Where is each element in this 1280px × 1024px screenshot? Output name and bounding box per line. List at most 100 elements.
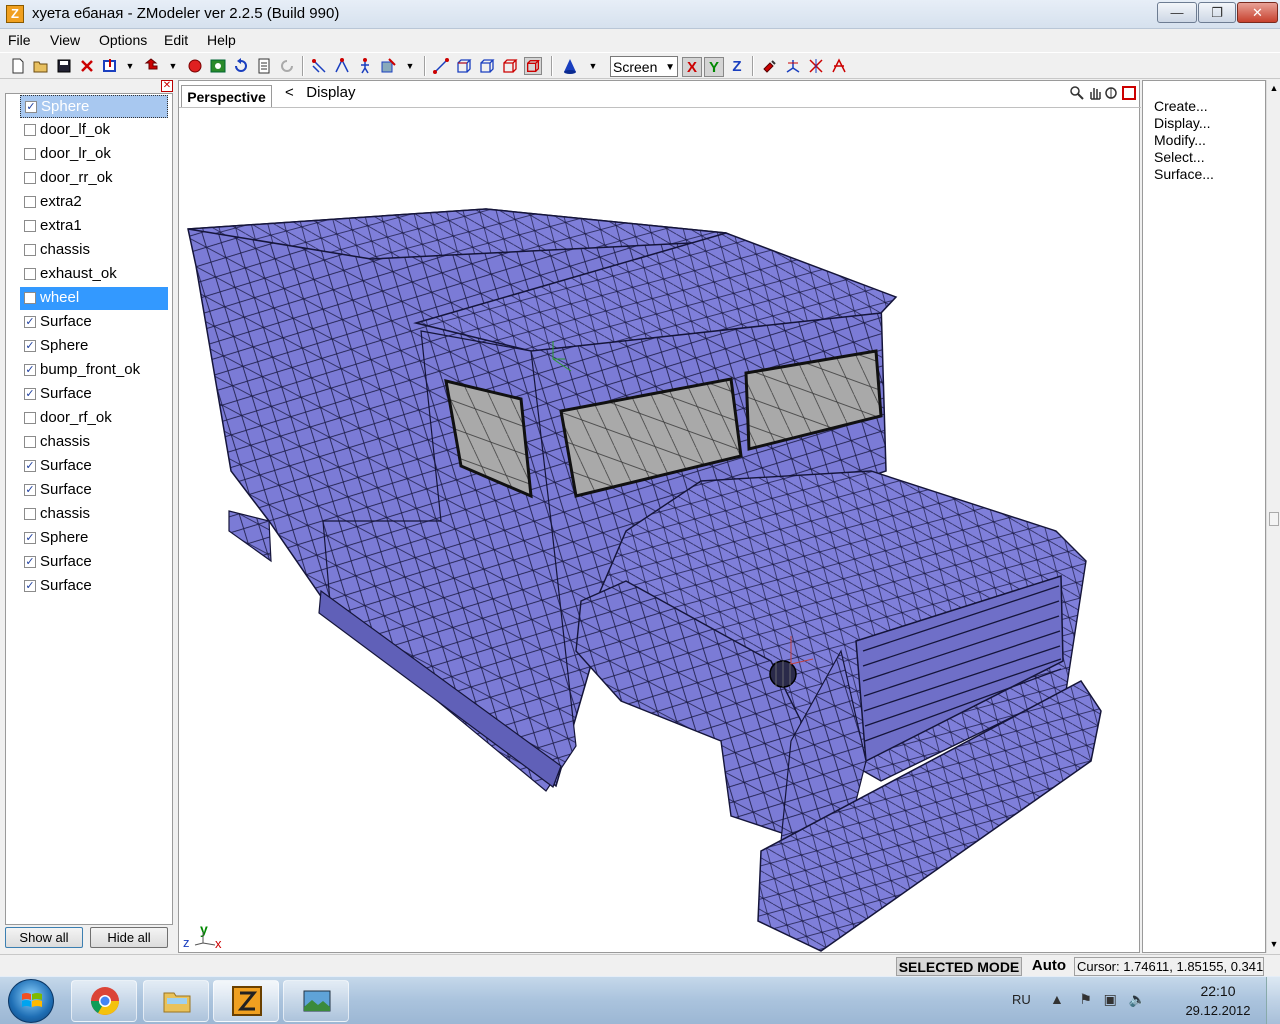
import-icon[interactable] [101, 57, 119, 75]
menu-help[interactable]: Help [207, 32, 236, 48]
save-icon[interactable] [55, 57, 73, 75]
checkbox-checked[interactable]: ✓ [24, 340, 36, 352]
checkbox-checked[interactable]: ✓ [24, 364, 36, 376]
taskbar-chrome[interactable] [71, 980, 137, 1022]
list-item[interactable]: exhaust_ok [20, 263, 168, 286]
list-item[interactable]: extra1 [20, 215, 168, 238]
checkbox-checked[interactable]: ✓ [24, 388, 36, 400]
list-item[interactable]: door_rr_ok [20, 167, 168, 190]
taskbar-explorer[interactable] [143, 980, 209, 1022]
list-item[interactable]: ✓ Surface [20, 311, 168, 334]
select-object-icon[interactable] [379, 57, 397, 75]
start-button[interactable] [8, 979, 54, 1023]
scroll-thumb[interactable] [1269, 512, 1279, 526]
action-center-flag-icon[interactable]: ⚑ [1079, 991, 1092, 1007]
coordinate-space-select[interactable]: Screen ▼ [610, 56, 678, 77]
list-item[interactable]: chassis [20, 503, 168, 526]
checkbox-checked[interactable]: ✓ [24, 532, 36, 544]
select-dropdown-icon[interactable]: ▼ [405, 57, 415, 75]
checkbox-unchecked[interactable] [24, 124, 36, 136]
checkbox-unchecked[interactable] [24, 412, 36, 424]
command-display[interactable]: Display... [1154, 115, 1211, 131]
scroll-up-icon[interactable]: ▲ [1268, 82, 1280, 94]
checkbox-unchecked[interactable] [24, 508, 36, 520]
snap-grid-icon[interactable] [830, 57, 848, 75]
checkbox-checked[interactable]: ✓ [25, 101, 37, 113]
checkbox-unchecked[interactable] [24, 436, 36, 448]
new-file-icon[interactable] [9, 57, 27, 75]
volume-icon[interactable]: 🔈 [1129, 991, 1146, 1007]
checkbox-unchecked[interactable] [24, 196, 36, 208]
list-item[interactable]: ✓ Sphere [20, 527, 168, 550]
list-item[interactable]: ✓ Surface [20, 479, 168, 502]
checkbox-unchecked[interactable] [24, 148, 36, 160]
maximize-viewport-icon[interactable] [1121, 85, 1137, 101]
clock-time[interactable]: 22:10 [1186, 983, 1250, 999]
select-edge-icon[interactable] [333, 57, 351, 75]
checkbox-unchecked[interactable] [24, 292, 36, 304]
checkbox-checked[interactable]: ✓ [24, 580, 36, 592]
tab-perspective[interactable]: Perspective [181, 85, 272, 107]
list-item[interactable]: ✓ Sphere [20, 335, 168, 358]
list-item[interactable]: ✓ Surface [20, 383, 168, 406]
close-button[interactable]: ✕ [1237, 2, 1278, 23]
network-icon[interactable]: ▣ [1104, 991, 1117, 1007]
delete-icon[interactable] [78, 57, 96, 75]
magnet-icon[interactable] [760, 57, 778, 75]
list-item[interactable]: chassis [20, 239, 168, 262]
app-icon[interactable]: Z [6, 5, 24, 23]
maximize-button[interactable]: ❐ [1198, 2, 1236, 23]
axis-z-toggle[interactable]: Z [727, 57, 747, 77]
box-face-icon[interactable] [501, 57, 519, 75]
display-menu[interactable]: < Display [285, 84, 355, 101]
command-modify[interactable]: Modify... [1154, 132, 1206, 148]
command-panel-scrollbar[interactable]: ▲ ▼ [1266, 80, 1280, 953]
perspective-viewport[interactable]: Perspective < Display y z x [178, 80, 1141, 953]
menu-view[interactable]: View [50, 32, 80, 48]
axis-y-toggle[interactable]: Y [704, 57, 724, 77]
list-item[interactable]: chassis [20, 431, 168, 454]
list-item[interactable]: door_rf_ok [20, 407, 168, 430]
rotate-icon[interactable] [232, 57, 250, 75]
checkbox-checked[interactable]: ✓ [24, 556, 36, 568]
show-all-button[interactable]: Show all [5, 927, 83, 948]
open-folder-icon[interactable] [32, 57, 50, 75]
undo-arrow-icon[interactable] [143, 57, 161, 75]
create-line-icon[interactable] [432, 57, 450, 75]
zoom-icon[interactable] [1069, 85, 1085, 101]
checkbox-checked[interactable]: ✓ [24, 484, 36, 496]
close-panel-icon[interactable]: ✕ [161, 80, 173, 92]
snap-axes-icon[interactable] [784, 57, 802, 75]
checkbox-unchecked[interactable] [24, 268, 36, 280]
cone-icon[interactable] [561, 57, 579, 75]
undo-dropdown-icon[interactable]: ▼ [168, 57, 178, 75]
checkbox-checked[interactable]: ✓ [24, 316, 36, 328]
3d-scene[interactable] [179, 108, 1139, 952]
snap-cross-icon[interactable] [807, 57, 825, 75]
clock-date[interactable]: 29.12.2012 [1180, 1003, 1256, 1018]
list-item[interactable]: extra2 [20, 191, 168, 214]
shape-dropdown-icon[interactable]: ▼ [588, 57, 598, 75]
box-select-icon[interactable] [478, 57, 496, 75]
record-icon[interactable] [186, 57, 204, 75]
show-desktop-button[interactable] [1266, 977, 1280, 1024]
object-list[interactable]: ✓ Sphere door_lf_ok door_lr_ok door_rr_ok ext… [5, 93, 173, 925]
keyboard-language[interactable]: RU [1012, 992, 1031, 1007]
tray-expand-icon[interactable]: ▲ [1050, 991, 1064, 1007]
checkbox-unchecked[interactable] [24, 244, 36, 256]
taskbar-image-viewer[interactable] [283, 980, 349, 1022]
render-icon[interactable] [209, 57, 227, 75]
move-figure-icon[interactable] [356, 57, 374, 75]
list-item[interactable]: ✓ Sphere [20, 95, 168, 118]
hide-all-button[interactable]: Hide all [90, 927, 168, 948]
list-item[interactable]: ✓ Surface [20, 455, 168, 478]
menu-edit[interactable]: Edit [164, 32, 188, 48]
document-icon[interactable] [255, 57, 273, 75]
list-item[interactable]: ✓ Surface [20, 551, 168, 574]
list-item[interactable]: door_lr_ok [20, 143, 168, 166]
checkbox-unchecked[interactable] [24, 172, 36, 184]
command-create[interactable]: Create... [1154, 98, 1208, 114]
box-active-icon[interactable] [524, 57, 542, 75]
axis-x-toggle[interactable]: X [682, 57, 702, 77]
menu-options[interactable]: Options [99, 32, 147, 48]
